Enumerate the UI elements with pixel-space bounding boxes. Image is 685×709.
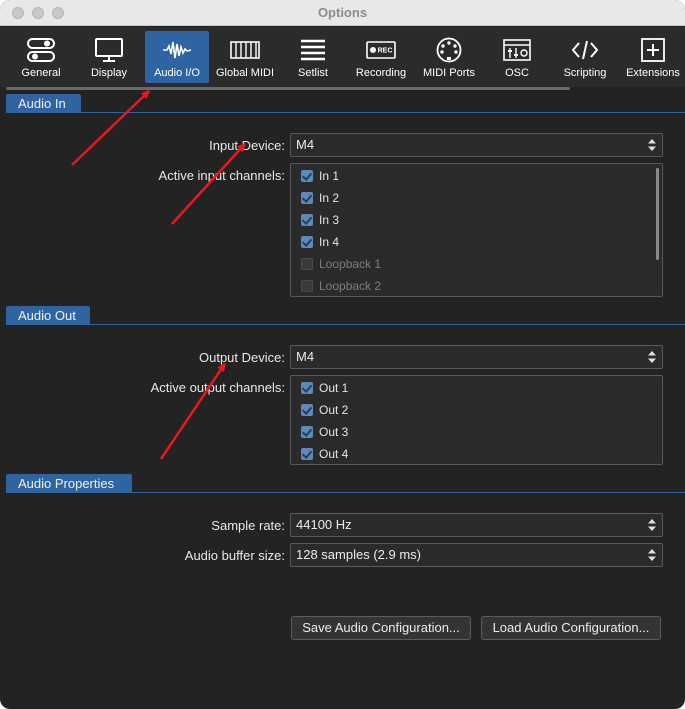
annotation-arrow [71, 92, 148, 166]
options-window: Options General Display Audio I/O Global… [0, 0, 685, 709]
annotation-arrow [159, 365, 224, 460]
annotation-arrow [171, 145, 244, 225]
annotation-arrows [71, 0, 685, 460]
